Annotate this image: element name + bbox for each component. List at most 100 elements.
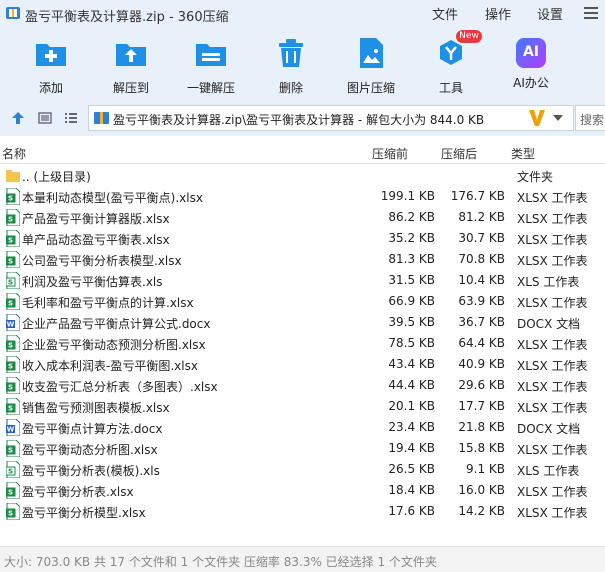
column-compressed[interactable]: 压缩前 bbox=[372, 145, 408, 162]
xlsx-file-icon: S bbox=[6, 440, 20, 457]
file-type: XLSX 工作表 bbox=[517, 338, 588, 352]
folder-icon bbox=[6, 170, 20, 182]
file-name: 盈亏平衡分析表(模板).xls bbox=[22, 464, 160, 478]
ai-office-button[interactable]: AI AI办公 bbox=[496, 36, 566, 91]
file-type: XLSX 工作表 bbox=[517, 233, 588, 247]
svg-text:S: S bbox=[8, 510, 13, 518]
delete-button[interactable]: 删除 bbox=[256, 36, 326, 96]
file-name: 销售盈亏预测图表模板.xlsx bbox=[22, 401, 170, 415]
extract-to-label: 解压到 bbox=[112, 81, 149, 95]
svg-text:S: S bbox=[8, 363, 13, 371]
file-row[interactable]: W 企业产品盈亏平衡点计算公式.docx 39.5 KB 36.7 KB DOCX 文档 bbox=[0, 312, 605, 333]
file-row[interactable]: S 收入成本利润表-盈亏平衡图.xlsx 43.4 KB 40.9 KB XLSX 工作… bbox=[0, 354, 605, 375]
file-type: XLSX 工作表 bbox=[517, 380, 588, 394]
file-row[interactable]: S 盈亏平衡分析表(模板).xls 26.5 KB 9.1 KB XLS 工作表 bbox=[0, 459, 605, 480]
file-name: 本量利动态模型(盈亏平衡点).xlsx bbox=[22, 191, 203, 205]
menu-settings[interactable]: 设置 bbox=[537, 4, 563, 23]
size-before: 17.6 KB bbox=[388, 504, 435, 518]
svg-text:S: S bbox=[8, 405, 13, 413]
column-header: 名称 压缩前 压缩后 类型 bbox=[0, 142, 605, 164]
view-list-icon[interactable] bbox=[64, 111, 78, 125]
size-after: 21.8 KB bbox=[458, 420, 505, 434]
xlsx-file-icon: S bbox=[6, 377, 20, 394]
parent-folder-row[interactable]: .. (上级目录) 文件夹 bbox=[0, 165, 605, 186]
file-row[interactable]: S 本量利动态模型(盈亏平衡点).xlsx 199.1 KB 176.7 KB XLSX… bbox=[0, 186, 605, 207]
svg-text:S: S bbox=[8, 468, 13, 476]
file-type: XLSX 工作表 bbox=[517, 506, 588, 520]
add-label: 添加 bbox=[38, 81, 63, 95]
add-button[interactable]: 添加 bbox=[16, 36, 86, 96]
extract-to-button[interactable]: 解压到 bbox=[96, 36, 166, 96]
size-after: 64.4 KB bbox=[458, 336, 505, 350]
address-bar[interactable]: 盈亏平衡表及计算器.zip\盈亏平衡表及计算器 - 解包大小为 844.0 KB bbox=[88, 105, 574, 131]
svg-text:S: S bbox=[8, 342, 13, 350]
address-row: 盈亏平衡表及计算器.zip\盈亏平衡表及计算器 - 解包大小为 844.0 KB… bbox=[0, 100, 605, 136]
window-title: 盈亏平衡表及计算器.zip - 360压缩 bbox=[25, 10, 229, 25]
file-name: 公司盈亏平衡分析表模型.xlsx bbox=[22, 254, 182, 268]
size-before: 19.4 KB bbox=[388, 441, 435, 455]
file-row[interactable]: S 盈亏平衡分析模型.xlsx 17.6 KB 14.2 KB XLSX 工作表 bbox=[0, 501, 605, 522]
size-after: 9.1 KB bbox=[466, 462, 505, 476]
xlsx-file-icon: S bbox=[6, 335, 20, 352]
file-name: 收支盈亏汇总分析表（多图表）.xlsx bbox=[22, 380, 218, 394]
size-before: 43.4 KB bbox=[388, 357, 435, 371]
search-input[interactable]: 搜索 bbox=[575, 105, 605, 131]
file-row[interactable]: S 销售盈亏预测图表模板.xlsx 20.1 KB 17.7 KB XLSX 工作表 bbox=[0, 396, 605, 417]
svg-text:S: S bbox=[8, 279, 13, 287]
svg-text:S: S bbox=[8, 447, 13, 455]
size-after: 81.2 KB bbox=[458, 210, 505, 224]
file-row[interactable]: S 盈亏平衡动态分析图.xlsx 19.4 KB 15.8 KB XLSX 工作表 bbox=[0, 438, 605, 459]
size-before: 66.9 KB bbox=[388, 294, 435, 308]
column-name[interactable]: 名称 bbox=[2, 145, 26, 162]
xlsx-file-icon: S bbox=[6, 251, 20, 268]
v-logo-icon[interactable] bbox=[527, 107, 547, 129]
xlsx-file-icon: S bbox=[6, 188, 20, 205]
title-bar: 盈亏平衡表及计算器.zip - 360压缩 文件 操作 设置 bbox=[0, 0, 605, 26]
file-row[interactable]: S 收支盈亏汇总分析表（多图表）.xlsx 44.4 KB 29.6 KB XLSX 工… bbox=[0, 375, 605, 396]
hamburger-menu-icon[interactable] bbox=[584, 7, 598, 19]
ai-office-icon: AI bbox=[516, 38, 546, 68]
size-after: 70.8 KB bbox=[458, 252, 505, 266]
size-before: 44.4 KB bbox=[388, 378, 435, 392]
file-row[interactable]: S 企业盈亏平衡动态预测分析图.xlsx 78.5 KB 64.4 KB XLSX 工作… bbox=[0, 333, 605, 354]
size-before: 78.5 KB bbox=[388, 336, 435, 350]
file-row[interactable]: S 单产品动态盈亏平衡表.xlsx 35.2 KB 30.7 KB XLSX 工作表 bbox=[0, 228, 605, 249]
address-dropdown-icon[interactable] bbox=[553, 115, 563, 121]
file-row[interactable]: S 利润及盈亏平衡估算表.xls 31.5 KB 10.4 KB XLS 工作表 bbox=[0, 270, 605, 291]
one-click-extract-button[interactable]: 一键解压 bbox=[176, 36, 246, 96]
svg-text:S: S bbox=[8, 258, 13, 266]
image-compress-label: 图片压缩 bbox=[346, 81, 395, 95]
up-arrow-icon[interactable] bbox=[11, 111, 25, 125]
file-type: XLS 工作表 bbox=[517, 464, 580, 478]
file-name: 盈亏平衡动态分析图.xlsx bbox=[22, 443, 158, 457]
file-row[interactable]: S 产品盈亏平衡计算器版.xlsx 86.2 KB 81.2 KB XLSX 工作表 bbox=[0, 207, 605, 228]
xlsx-file-icon: S bbox=[6, 293, 20, 310]
file-row[interactable]: S 毛利率和盈亏平衡点的计算.xlsx 66.9 KB 63.9 KB XLSX 工作表 bbox=[0, 291, 605, 312]
view-detail-icon[interactable] bbox=[38, 111, 52, 125]
xls-file-icon: S bbox=[6, 272, 20, 289]
column-type[interactable]: 类型 bbox=[511, 145, 535, 162]
tools-button[interactable]: New 工具 bbox=[416, 30, 486, 96]
file-row[interactable]: S 盈亏平衡分析表.xlsx 18.4 KB 16.0 KB XLSX 工作表 bbox=[0, 480, 605, 501]
file-type: XLSX 工作表 bbox=[517, 443, 588, 457]
size-before: 18.4 KB bbox=[388, 483, 435, 497]
file-type: XLSX 工作表 bbox=[517, 401, 588, 415]
file-type: XLSX 工作表 bbox=[517, 212, 588, 226]
svg-text:S: S bbox=[8, 195, 13, 203]
menu-file[interactable]: 文件 bbox=[432, 4, 458, 23]
size-after: 30.7 KB bbox=[458, 231, 505, 245]
file-type: XLSX 工作表 bbox=[517, 254, 588, 268]
file-row[interactable]: W 盈亏平衡点计算方法.docx 23.4 KB 21.8 KB DOCX 文档 bbox=[0, 417, 605, 438]
file-name: 产品盈亏平衡计算器版.xlsx bbox=[22, 212, 170, 226]
file-name: .. (上级目录) bbox=[22, 170, 91, 184]
menu-operate[interactable]: 操作 bbox=[485, 4, 511, 23]
size-before: 23.4 KB bbox=[388, 420, 435, 434]
size-before: 86.2 KB bbox=[388, 210, 435, 224]
file-name: 盈亏平衡分析模型.xlsx bbox=[22, 506, 146, 520]
file-type: XLSX 工作表 bbox=[517, 296, 588, 310]
image-compress-button[interactable]: 图片压缩 bbox=[336, 36, 406, 96]
column-after[interactable]: 压缩后 bbox=[441, 145, 477, 162]
svg-text:W: W bbox=[7, 426, 15, 434]
file-type: 文件夹 bbox=[517, 170, 554, 184]
file-row[interactable]: S 公司盈亏平衡分析表模型.xlsx 81.3 KB 70.8 KB XLSX 工作表 bbox=[0, 249, 605, 270]
